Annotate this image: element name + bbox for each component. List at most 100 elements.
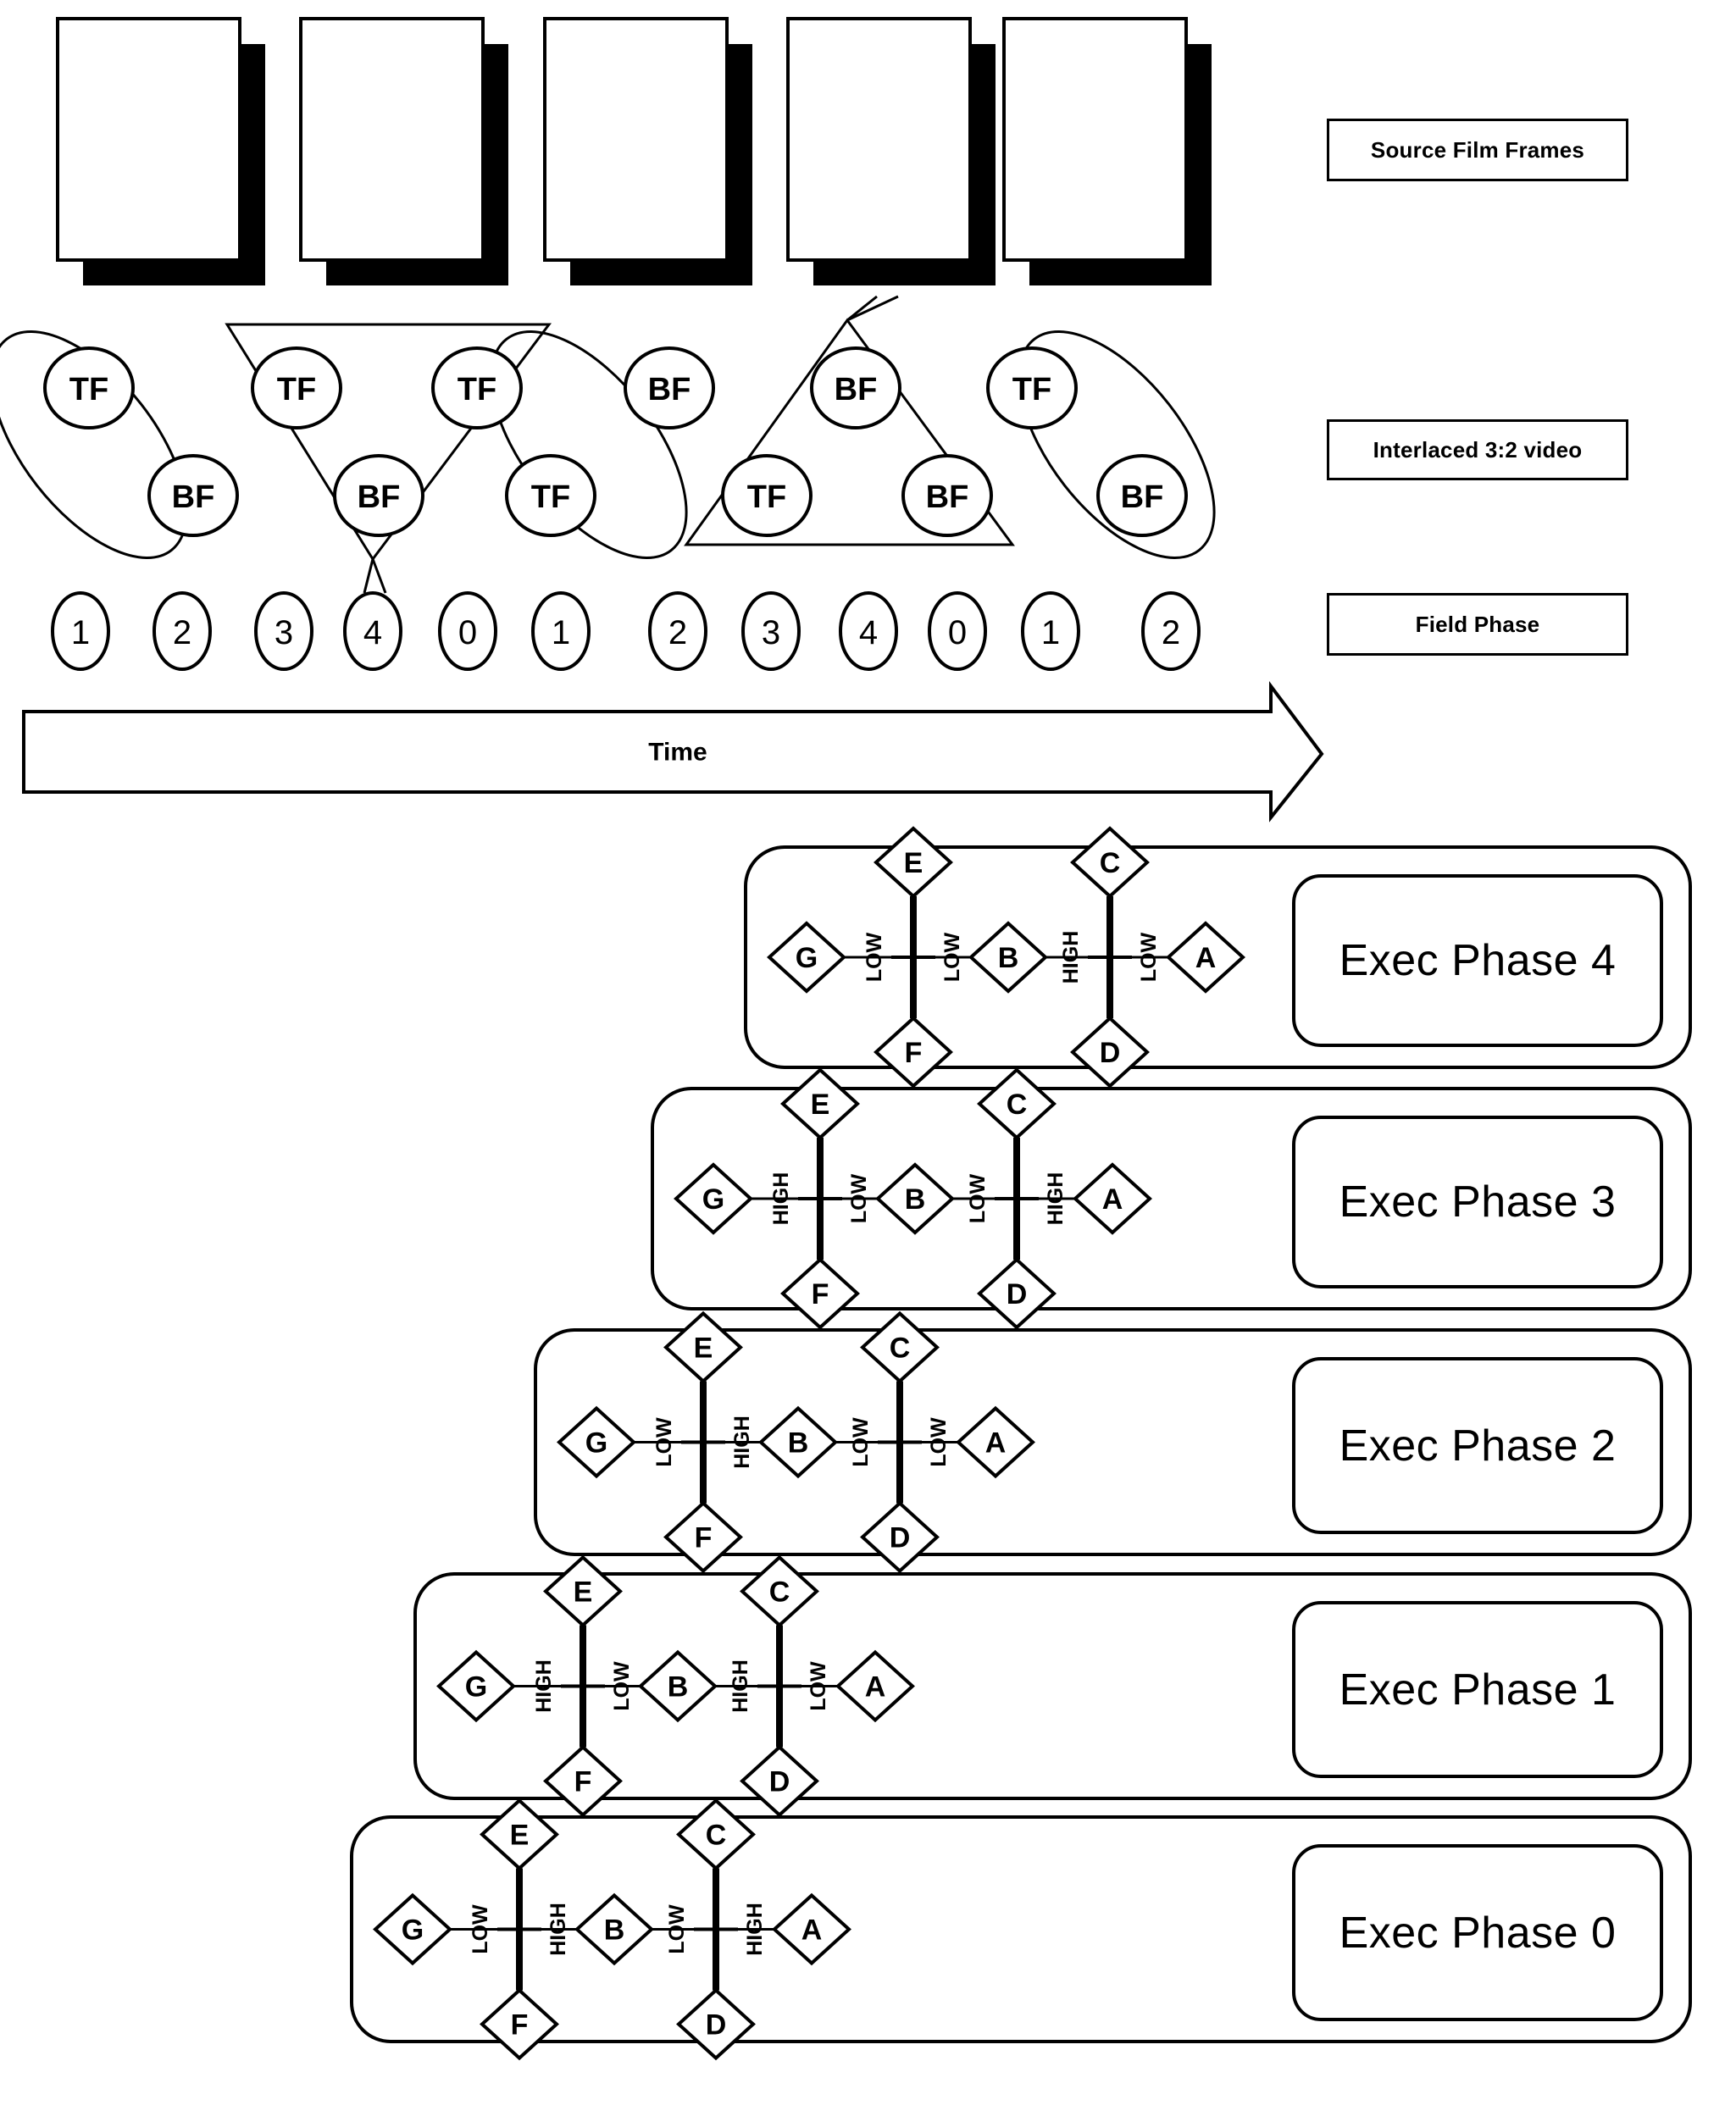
- edge-label-junction-a: LOW: [807, 1661, 830, 1711]
- edge-label-b-junction: HIGH: [729, 1659, 752, 1713]
- exec-phase-label-box: Exec Phase 1: [1292, 1601, 1663, 1778]
- field-node-label: TF: [458, 372, 496, 407]
- field-node-label: BF: [358, 479, 401, 515]
- field-phase-value: 2: [173, 614, 191, 651]
- field-phase-value: 0: [948, 614, 967, 651]
- node-c-label: C: [769, 1576, 790, 1609]
- field-phase-value: 1: [1041, 614, 1060, 651]
- frame-leader-line: [371, 558, 387, 594]
- node-b-label: B: [788, 1427, 809, 1460]
- film-frame-group: [56, 17, 1212, 285]
- edge-label-junction-a: HIGH: [743, 1903, 767, 1956]
- edge-label-junction-a: LOW: [1137, 932, 1161, 982]
- node-a-label: A: [1102, 1183, 1123, 1216]
- node-g-label: G: [796, 942, 818, 974]
- field-node-label: BF: [648, 372, 691, 407]
- field-node-label: TF: [747, 479, 786, 515]
- node-e-label: E: [510, 1820, 530, 1852]
- field-phase-value: 3: [762, 614, 780, 651]
- edge-label-g-junction: HIGH: [769, 1172, 793, 1226]
- node-e-label: E: [694, 1332, 713, 1365]
- legend-source-film-frames-label: Source Film Frames: [1370, 136, 1585, 163]
- field-group-ellipse: [0, 330, 188, 559]
- field-phase-value: 0: [458, 614, 477, 651]
- field-phase-value: 1: [552, 614, 570, 651]
- frame-leader-lines: [363, 295, 899, 594]
- edge-label-b-junction: LOW: [849, 1417, 873, 1467]
- node-c-label: C: [890, 1332, 911, 1365]
- edge-label-b-junction: LOW: [665, 1904, 689, 1954]
- node-b-label: B: [905, 1183, 926, 1216]
- exec-phase-label-text: Exec Phase 2: [1339, 1421, 1617, 1471]
- node-f-label: F: [905, 1037, 923, 1069]
- node-c-label: C: [706, 1820, 727, 1852]
- exec-phase-label-text: Exec Phase 4: [1339, 936, 1617, 985]
- field-node-label: TF: [531, 479, 570, 515]
- edge-label-b-junction: HIGH: [1059, 931, 1083, 984]
- field-phase-value: 4: [363, 614, 382, 651]
- field-phase-value: 4: [859, 614, 878, 651]
- node-g-label: G: [585, 1427, 607, 1460]
- edge-label-g-junction: LOW: [652, 1417, 676, 1467]
- node-f-label: F: [511, 2009, 529, 2042]
- field-node-label: TF: [277, 372, 316, 407]
- exec-phase-label-box: Exec Phase 2: [1292, 1357, 1663, 1534]
- legend-interlaced-video-label: Interlaced 3:2 video: [1373, 436, 1583, 463]
- edge-label-junction-b: HIGH: [730, 1416, 754, 1469]
- node-d-label: D: [769, 1766, 790, 1798]
- field-phase-value: 2: [668, 614, 687, 651]
- exec-phase-label-box: Exec Phase 0: [1292, 1844, 1663, 2021]
- legend-field-phase-label: Field Phase: [1415, 611, 1540, 637]
- node-e-label: E: [904, 847, 923, 879]
- exec-phase-label-box: Exec Phase 4: [1292, 874, 1663, 1047]
- exec-phase-label-text: Exec Phase 3: [1339, 1177, 1617, 1227]
- field-phase-value: 3: [275, 614, 293, 651]
- node-b-label: B: [604, 1914, 625, 1947]
- node-b-label: B: [998, 942, 1019, 974]
- node-a-label: A: [865, 1671, 886, 1704]
- edge-label-junction-a: HIGH: [1044, 1172, 1068, 1226]
- film-frame: [299, 17, 485, 262]
- field-node-label: TF: [1012, 372, 1051, 407]
- node-c-label: C: [1100, 847, 1121, 879]
- node-f-label: F: [574, 1766, 592, 1798]
- edge-label-junction-a: LOW: [927, 1417, 951, 1467]
- field-group-shapes: [0, 318, 1216, 562]
- film-frame: [1002, 17, 1188, 262]
- film-frame: [786, 17, 972, 262]
- node-e-label: E: [811, 1089, 830, 1121]
- node-d-label: D: [1007, 1278, 1028, 1310]
- field-phase-group: 1 2 3 4 0 1 2 3 4 0 1 2: [51, 591, 1201, 671]
- node-a-label: A: [801, 1914, 823, 1947]
- node-f-label: F: [695, 1522, 713, 1554]
- field-group-ellipse: [490, 330, 688, 559]
- film-frame: [56, 17, 241, 262]
- node-d-label: D: [706, 2009, 727, 2042]
- node-d-label: D: [1100, 1037, 1121, 1069]
- field-phase-value: 2: [1162, 614, 1180, 651]
- field-node-label: BF: [1121, 479, 1164, 515]
- field-node-label: BF: [172, 479, 215, 515]
- edge-label-b-junction: LOW: [966, 1173, 990, 1223]
- exec-phase-label-text: Exec Phase 0: [1339, 1908, 1617, 1958]
- node-f-label: F: [812, 1278, 829, 1310]
- edge-label-g-junction: LOW: [469, 1904, 492, 1954]
- legend-interlaced-video: Interlaced 3:2 video: [1327, 419, 1628, 480]
- edge-label-junction-b: LOW: [940, 932, 964, 982]
- field-node-label: BF: [835, 372, 878, 407]
- edge-label-junction-b: HIGH: [546, 1903, 570, 1956]
- field-node-label: TF: [69, 372, 108, 407]
- field-group-ellipse: [1018, 330, 1216, 559]
- edge-label-g-junction: LOW: [862, 932, 886, 982]
- field-phase-value: 1: [71, 614, 90, 651]
- node-c-label: C: [1007, 1089, 1028, 1121]
- legend-field-phase: Field Phase: [1327, 593, 1628, 656]
- node-e-label: E: [574, 1576, 593, 1609]
- node-b-label: B: [668, 1671, 689, 1704]
- node-g-label: G: [402, 1914, 424, 1947]
- node-d-label: D: [890, 1522, 911, 1554]
- node-g-label: G: [702, 1183, 724, 1216]
- node-a-label: A: [985, 1427, 1007, 1460]
- diagram-canvas: TF BF TF BF TF TF BF TF BF BF TF BF 123401234012 Ti…: [0, 0, 1736, 2122]
- node-g-label: G: [465, 1671, 487, 1704]
